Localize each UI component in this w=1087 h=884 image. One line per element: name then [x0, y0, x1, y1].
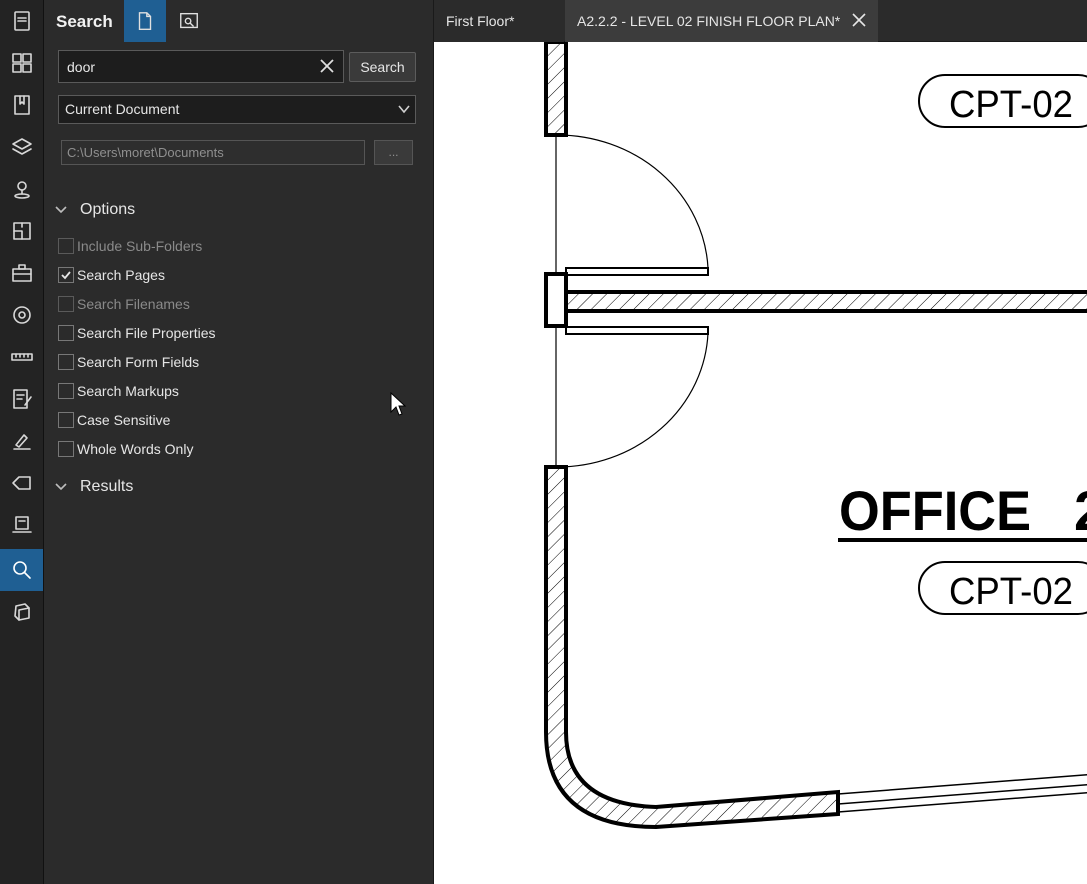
option-search-pages[interactable]: Search Pages — [58, 264, 165, 286]
results-header-label: Results — [80, 478, 134, 495]
checkbox[interactable] — [58, 412, 74, 428]
panel-title: Search — [56, 12, 113, 31]
rail-file-icon[interactable] — [0, 0, 43, 42]
chevron-down-icon — [55, 206, 67, 214]
tab-level-02-finish-floor-plan[interactable]: A2.2.2 - LEVEL 02 FINISH FLOOR PLAN* — [565, 0, 878, 42]
option-case-sensitive[interactable]: Case Sensitive — [58, 409, 170, 431]
chevron-down-icon — [397, 102, 411, 116]
search-field — [58, 50, 344, 83]
rail-properties-icon[interactable] — [0, 294, 43, 336]
rail-signatures-icon[interactable] — [0, 420, 43, 462]
checkbox-checked[interactable] — [58, 267, 74, 283]
wall-segment — [544, 42, 568, 137]
rail-3d-icon[interactable] — [0, 591, 43, 633]
check-icon — [61, 271, 71, 280]
document-search-icon — [138, 12, 152, 30]
document-canvas[interactable]: CPT-02 OFFICE 2 CPT-02 — [434, 42, 1087, 884]
close-tab-icon[interactable] — [850, 11, 868, 29]
clear-search-button[interactable] — [317, 56, 337, 76]
rail-places-icon[interactable] — [0, 168, 43, 210]
results-header[interactable]: Results — [54, 476, 133, 498]
mouse-pointer-icon — [390, 392, 407, 416]
floor-plan-drawing: CPT-02 OFFICE 2 CPT-02 — [544, 42, 1087, 830]
rail-thumbnails-icon[interactable] — [0, 42, 43, 84]
option-search-markups[interactable]: Search Markups — [58, 380, 179, 402]
wall-junction — [544, 272, 568, 328]
rail-markups-list-icon[interactable] — [0, 378, 43, 420]
window-line — [837, 773, 1087, 795]
close-icon — [320, 59, 334, 73]
options-header-label: Options — [80, 201, 136, 218]
option-label: Include Sub-Folders — [77, 238, 203, 254]
door-swing-arc — [555, 332, 709, 468]
tab-label: First Floor* — [446, 13, 515, 29]
checkbox[interactable] — [58, 238, 74, 254]
image-search-icon — [180, 12, 198, 29]
option-label: Case Sensitive — [77, 412, 171, 428]
door-leaf — [565, 267, 709, 276]
checkbox[interactable] — [58, 296, 74, 312]
rail-links-icon[interactable] — [0, 462, 43, 504]
options-header[interactable]: Options — [54, 199, 135, 221]
rail-layers-icon[interactable] — [0, 126, 43, 168]
scope-value: Current Document — [65, 101, 180, 117]
search-current-tab[interactable] — [124, 0, 166, 42]
document-tab-bar: First Floor* A2.2.2 - LEVEL 02 FINISH FL… — [434, 0, 1087, 42]
option-label: Whole Words Only — [77, 441, 194, 457]
window-line — [837, 783, 1087, 805]
search-scope-select[interactable]: Current Document — [58, 95, 416, 124]
browse-button[interactable]: ... — [374, 140, 413, 165]
checkbox[interactable] — [58, 383, 74, 399]
option-label: Search Form Fields — [77, 354, 200, 370]
tool-rail — [0, 0, 44, 884]
wall-curved — [544, 465, 840, 830]
tab-first-floor[interactable]: First Floor* — [434, 0, 564, 42]
option-label: Search Markups — [77, 383, 179, 399]
option-search-filenames[interactable]: Search Filenames — [58, 293, 190, 315]
tab-label: A2.2.2 - LEVEL 02 FINISH FLOOR PLAN* — [577, 13, 841, 29]
checkbox[interactable] — [58, 441, 74, 457]
rail-measurements-icon[interactable] — [0, 336, 43, 378]
search-visual-tab[interactable] — [168, 0, 210, 42]
room-number: 2 — [1074, 479, 1087, 542]
option-whole-words-only[interactable]: Whole Words Only — [58, 438, 193, 460]
rail-sets-icon[interactable] — [0, 504, 43, 546]
finish-tag-text: CPT-02 — [949, 84, 1073, 126]
rail-bookmarks-icon[interactable] — [0, 84, 43, 126]
rail-search-icon[interactable] — [0, 549, 43, 591]
search-panel: Search Search Current Document ... Optio… — [44, 0, 434, 884]
chevron-down-icon — [55, 483, 67, 491]
option-search-file-properties[interactable]: Search File Properties — [58, 322, 216, 344]
option-search-form-fields[interactable]: Search Form Fields — [58, 351, 199, 373]
search-input[interactable] — [59, 51, 309, 82]
wall-horizontal — [564, 290, 1087, 313]
checkbox[interactable] — [58, 325, 74, 341]
option-label: Search Filenames — [77, 296, 190, 312]
folder-path-input[interactable] — [61, 140, 365, 165]
search-button[interactable]: Search — [349, 52, 416, 82]
door-leaf — [565, 326, 709, 335]
checkbox[interactable] — [58, 354, 74, 370]
rail-toolchest-icon[interactable] — [0, 252, 43, 294]
rail-spaces-icon[interactable] — [0, 210, 43, 252]
option-include-sub-folders[interactable]: Include Sub-Folders — [58, 235, 202, 257]
option-label: Search Pages — [77, 267, 165, 283]
room-name: OFFICE — [839, 479, 1031, 542]
door-swing-arc — [555, 134, 709, 269]
option-label: Search File Properties — [77, 325, 216, 341]
finish-tag-text: CPT-02 — [949, 571, 1073, 613]
